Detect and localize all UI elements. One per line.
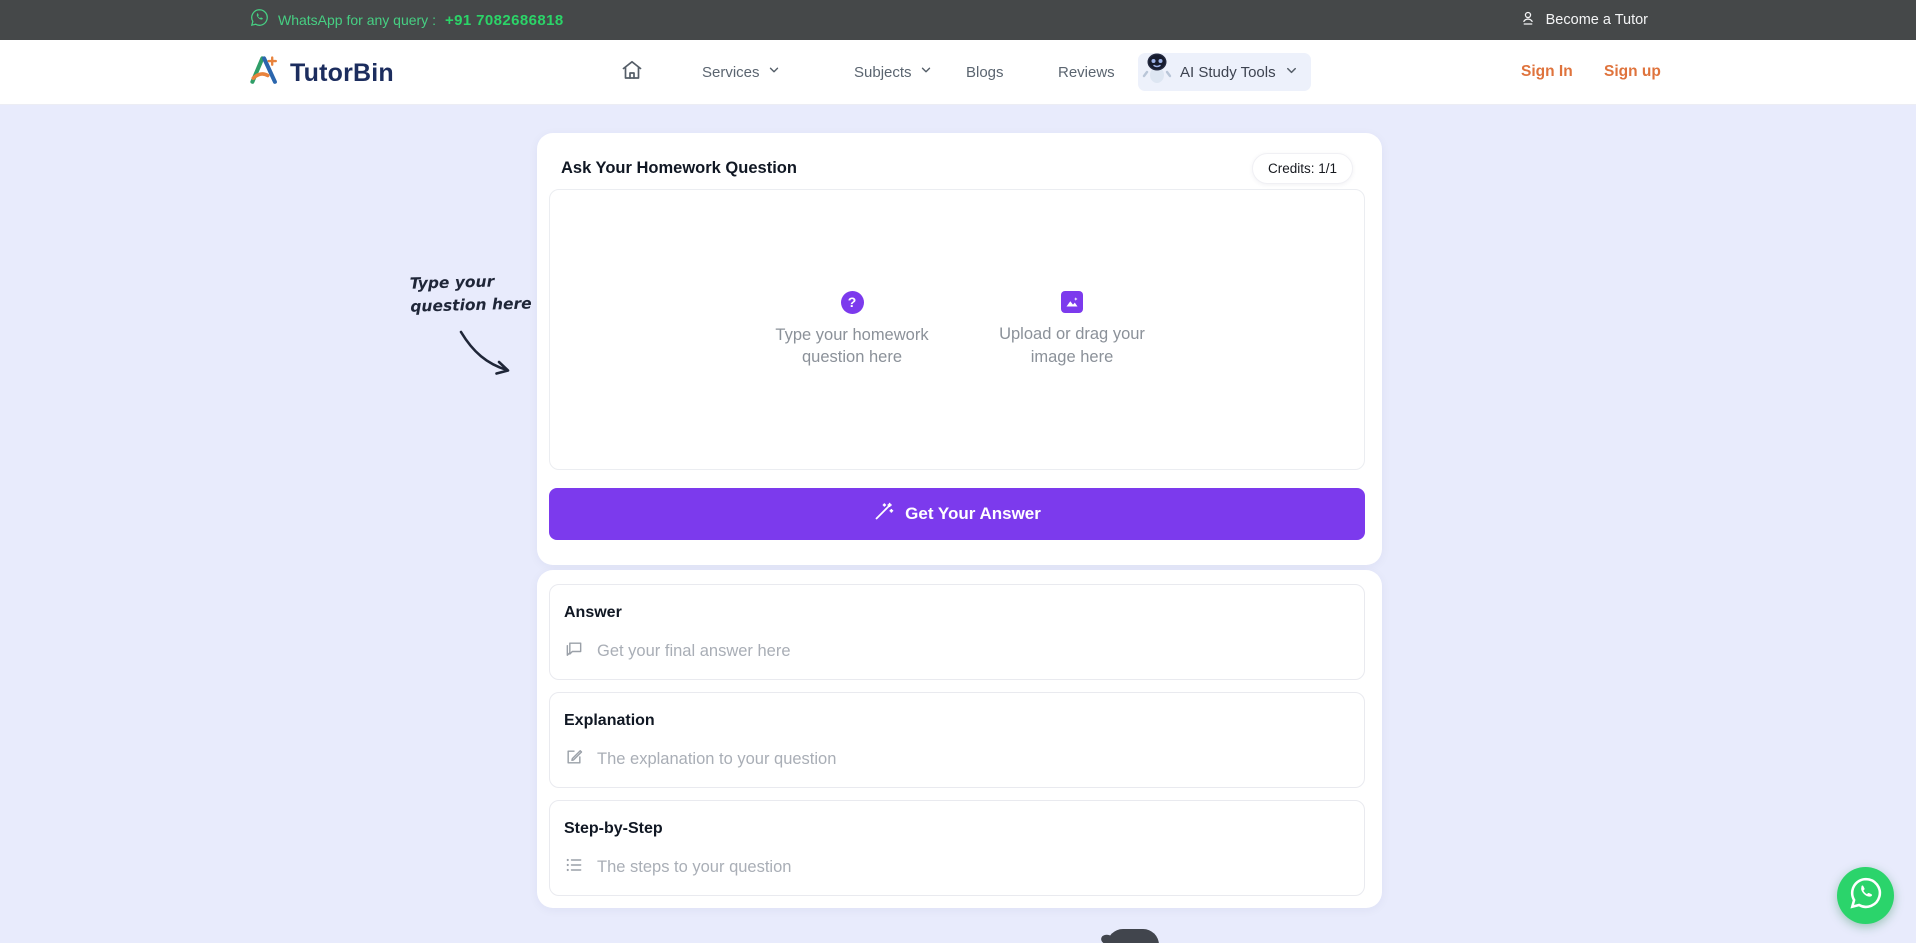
tutorbin-logo-icon [247, 53, 283, 94]
whatsapp-query-label: WhatsApp for any query : [278, 12, 436, 28]
nav-services-label: Services [702, 64, 760, 81]
ask-homework-card: Ask Your Homework Question Credits: 1/1 … [537, 133, 1382, 565]
steps-title: Step-by-Step [564, 820, 1344, 838]
steps-section: Step-by-Step The steps to your question [549, 800, 1365, 896]
magic-wand-icon [873, 501, 894, 527]
nav-home[interactable] [620, 40, 644, 104]
sign-in-link[interactable]: Sign In [1521, 40, 1573, 104]
get-answer-button[interactable]: Get Your Answer [549, 488, 1365, 540]
nav-reviews[interactable]: Reviews [1058, 40, 1115, 104]
explanation-title: Explanation [564, 712, 1344, 730]
type-question-option[interactable]: ? Type your homework question here [766, 291, 938, 369]
become-tutor-link[interactable]: Become a Tutor [1519, 9, 1648, 31]
navbar: TutorBin Services Subjects Blogs Reviews [0, 40, 1916, 105]
chevron-down-icon [767, 63, 781, 81]
whatsapp-fab-button[interactable] [1837, 867, 1894, 924]
brand-name: TutorBin [290, 59, 394, 88]
question-dropzone[interactable]: ? Type your homework question here Uploa… [549, 189, 1365, 470]
tutorbin-logo[interactable]: TutorBin [247, 53, 394, 94]
whatsapp-icon [1849, 876, 1883, 915]
steps-placeholder: The steps to your question [597, 858, 791, 877]
ask-card-title: Ask Your Homework Question [561, 159, 797, 178]
answer-section: Answer Get your final answer here [549, 584, 1365, 680]
chevron-down-icon [919, 63, 933, 81]
nav-reviews-label: Reviews [1058, 64, 1115, 81]
upload-image-prompt: Upload or drag your image here [996, 323, 1148, 368]
nav-subjects[interactable]: Subjects [854, 40, 933, 104]
upload-image-option[interactable]: Upload or drag your image here [996, 291, 1148, 368]
whatsapp-phone-number[interactable]: +91 7082686818 [445, 12, 564, 29]
become-tutor-label: Become a Tutor [1546, 12, 1648, 28]
annotation-arrow-icon [455, 328, 519, 378]
robot-icon [1142, 51, 1172, 89]
nav-ai-study-tools[interactable]: AI Study Tools [1138, 53, 1311, 91]
ai-study-tools-label: AI Study Tools [1180, 64, 1276, 81]
type-question-annotation: Type your question here [409, 269, 540, 318]
explanation-section: Explanation The explanation to your ques… [549, 692, 1365, 788]
question-mark-icon: ? [841, 291, 864, 314]
nav-subjects-label: Subjects [854, 64, 912, 81]
image-upload-icon [1061, 291, 1083, 313]
nav-blogs-label: Blogs [966, 64, 1004, 81]
sign-in-label: Sign In [1521, 63, 1573, 81]
home-icon [620, 58, 644, 86]
ask-card-header: Ask Your Homework Question Credits: 1/1 [561, 151, 1353, 185]
sign-up-link[interactable]: Sign up [1604, 40, 1661, 104]
nav-blogs[interactable]: Blogs [966, 40, 1004, 104]
topbar-whatsapp-link[interactable]: WhatsApp for any query : +91 7082686818 [250, 8, 564, 32]
topbar: WhatsApp for any query : +91 7082686818 … [0, 0, 1916, 40]
nav-services[interactable]: Services [702, 40, 781, 104]
chevron-down-icon [1284, 63, 1299, 82]
answer-placeholder: Get your final answer here [597, 642, 791, 661]
explanation-placeholder: The explanation to your question [597, 750, 836, 769]
tutor-person-icon [1519, 9, 1537, 31]
mascot-robot-peek [1107, 929, 1159, 943]
credits-badge: Credits: 1/1 [1252, 153, 1353, 184]
list-icon [564, 855, 584, 880]
results-card: Answer Get your final answer here Explan… [537, 570, 1382, 908]
answer-title: Answer [564, 604, 1344, 622]
type-question-prompt: Type your homework question here [766, 324, 938, 369]
get-answer-label: Get Your Answer [905, 504, 1041, 524]
annotation-line2: question here [410, 292, 541, 318]
sign-up-label: Sign up [1604, 63, 1661, 81]
chat-icon [564, 639, 584, 664]
whatsapp-icon [250, 8, 269, 32]
edit-icon [564, 747, 584, 772]
annotation-line1: Type your [409, 269, 540, 295]
